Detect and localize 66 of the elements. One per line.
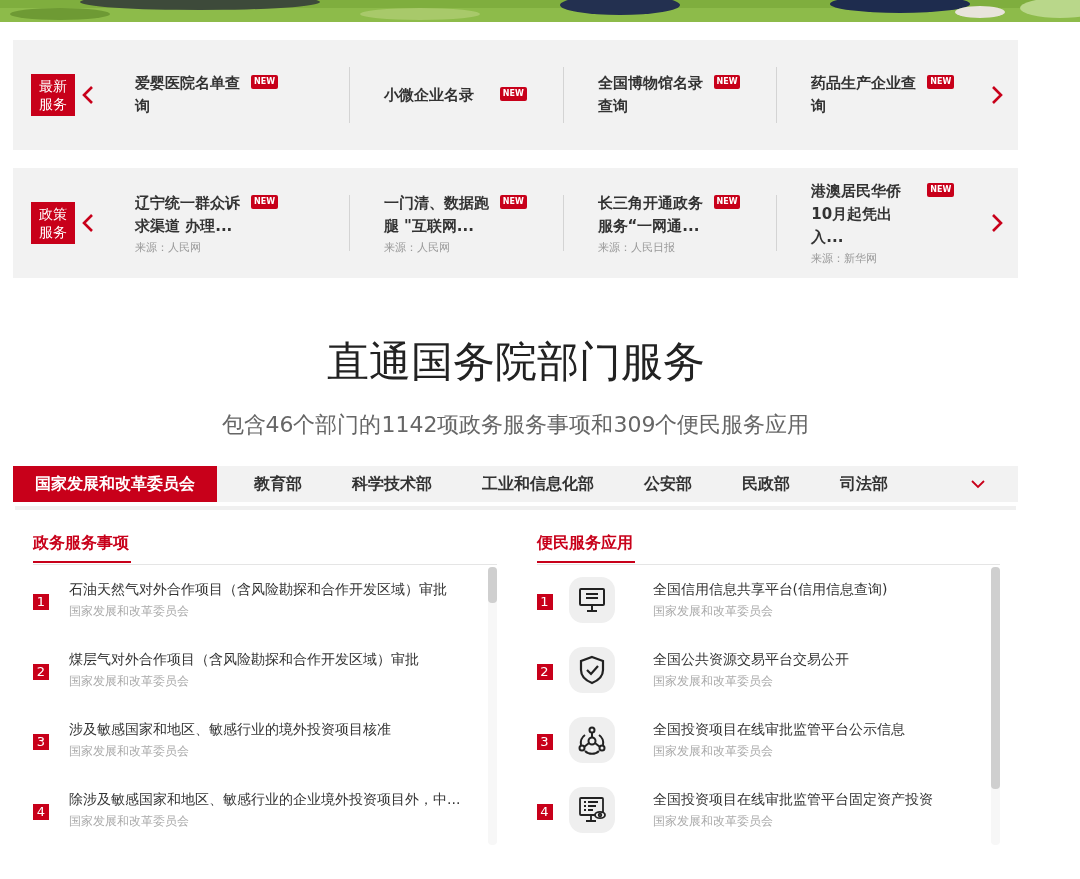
item-title[interactable]: 全国公共资源交易平台交易公开 — [652, 650, 849, 669]
item-title[interactable]: 全国投资项目在线审批监管平台公示信息 — [652, 720, 905, 739]
news-title[interactable]: 一门清、数据跑腿 "互联网... — [383, 191, 492, 238]
department-name: 国家发展和改革委员会 — [69, 672, 190, 690]
panel-label: 政策服务 — [31, 202, 75, 244]
item-title[interactable]: 煤层气对外合作项目（含风险勘探和合作开发区域）审批 — [69, 650, 419, 669]
network-icon — [576, 725, 607, 755]
previous-icon[interactable] — [81, 212, 95, 234]
rank-number: 3 — [33, 734, 49, 750]
news-title[interactable]: 全国博物馆名录查询 — [597, 72, 706, 118]
scrollbar[interactable] — [991, 567, 1000, 845]
item-title[interactable]: 石油天然气对外合作项目（含风险勘探和合作开发区域）审批 — [69, 580, 447, 599]
monitor-eye-icon — [576, 795, 607, 825]
news-title[interactable]: 爱婴医院名单查询 — [135, 72, 243, 118]
new-badge: NEW — [499, 86, 527, 101]
news-title[interactable]: 小微企业名录 — [383, 83, 492, 107]
rank-number: 4 — [33, 804, 49, 820]
item-title[interactable]: 涉及敏感国家和地区、敏感行业的境外投资项目核准 — [69, 720, 391, 739]
item-title[interactable]: 全国信用信息共享平台(信用信息查询) — [652, 580, 888, 599]
news-source: 来源：人民网 — [135, 239, 202, 255]
department-name: 国家发展和改革委员会 — [69, 742, 190, 760]
department-name: 国家发展和改革委员会 — [652, 672, 774, 690]
department-tab[interactable]: 科学技术部 — [327, 466, 457, 502]
rank-number: 1 — [536, 594, 553, 610]
new-badge: NEW — [927, 183, 955, 197]
department-name: 国家发展和改革委员会 — [69, 812, 190, 830]
panel-label: 最新服务 — [31, 74, 75, 116]
new-badge: NEW — [713, 194, 741, 209]
section-title: 直通国务院部门服务 — [325, 336, 706, 388]
department-tab[interactable]: 教育部 — [229, 466, 327, 502]
new-badge: NEW — [251, 75, 278, 89]
rank-number: 4 — [536, 804, 553, 820]
new-badge: NEW — [713, 75, 741, 89]
list-heading: 政务服务事项 — [33, 534, 131, 563]
rank-number: 2 — [536, 664, 553, 680]
section-subtitle: 包含46个部门的1142项政务服务事项和309个便民服务应用 — [220, 411, 811, 439]
new-badge: NEW — [499, 194, 527, 209]
item-title[interactable]: 除涉及敏感国家和地区、敏感行业的企业境外投资项目外，中... — [69, 790, 461, 809]
news-title[interactable]: 药品生产企业查询 — [811, 72, 920, 118]
department-tab[interactable]: 国家发展和改革委员会 — [13, 466, 217, 502]
department-tab[interactable]: 司法部 — [815, 466, 913, 502]
item-title[interactable]: 全国投资项目在线审批监管平台固定资产投资 — [652, 790, 933, 809]
previous-icon[interactable] — [81, 84, 95, 106]
department-name: 国家发展和改革委员会 — [69, 602, 190, 620]
next-icon[interactable] — [990, 84, 1004, 106]
news-title[interactable]: 港澳居民华侨10月起凭出入... — [811, 180, 920, 249]
rank-number: 2 — [33, 664, 49, 680]
department-tab[interactable]: 公安部 — [619, 466, 717, 502]
department-tab[interactable]: 民政部 — [717, 466, 815, 502]
rank-number: 3 — [536, 734, 553, 750]
department-name: 国家发展和改革委员会 — [652, 812, 774, 830]
news-source: 来源：新华网 — [811, 251, 879, 266]
department-name: 国家发展和改革委员会 — [652, 742, 774, 760]
scrollbar[interactable] — [487, 567, 497, 845]
monitor-icon — [576, 585, 607, 615]
news-source: 来源：人民网 — [383, 239, 451, 255]
new-badge: NEW — [927, 75, 955, 89]
news-source: 来源：人民日报 — [597, 239, 676, 255]
new-badge: NEW — [251, 194, 278, 209]
news-title[interactable]: 辽宁统一群众诉求渠道 办理... — [135, 191, 243, 238]
next-icon[interactable] — [990, 212, 1004, 234]
department-name: 国家发展和改革委员会 — [652, 602, 774, 620]
department-tab[interactable]: 工业和信息化部 — [457, 466, 619, 502]
list-heading: 便民服务应用 — [536, 534, 635, 563]
rank-number: 1 — [33, 594, 49, 610]
news-title[interactable]: 长三角开通政务服务“一网通... — [597, 191, 706, 238]
